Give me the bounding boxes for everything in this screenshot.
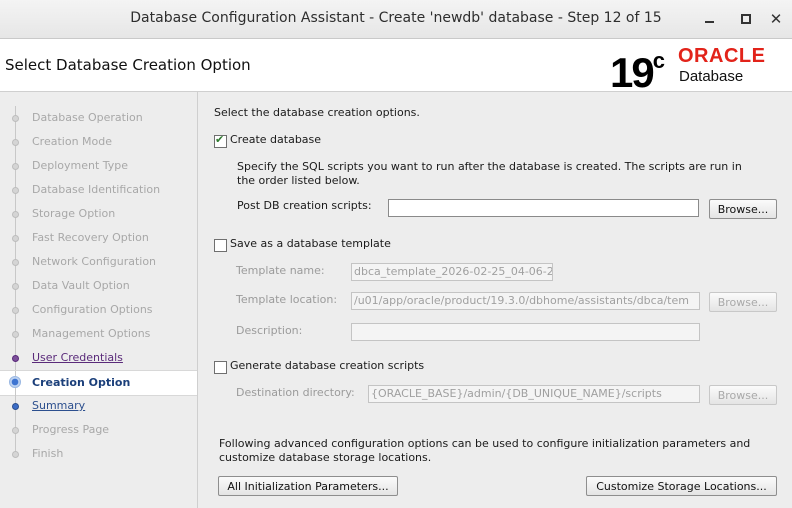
step-label: Database Operation xyxy=(32,111,143,124)
create-database-desc-line1: Specify the SQL scripts you want to run … xyxy=(237,160,742,173)
page-header: Select Database Creation Option 19c ORAC… xyxy=(0,39,792,96)
step-label: Data Vault Option xyxy=(32,279,130,292)
step-summary[interactable]: Summary xyxy=(0,394,197,418)
step-fast-recovery-option[interactable]: Fast Recovery Option xyxy=(0,226,197,250)
close-icon[interactable]: ✕ xyxy=(766,9,786,29)
intro-text: Select the database creation options. xyxy=(214,106,420,119)
maximize-icon[interactable] xyxy=(736,9,756,29)
step-label: Storage Option xyxy=(32,207,116,220)
create-database-label[interactable]: Create database xyxy=(230,133,321,146)
window-title: Database Configuration Assistant - Creat… xyxy=(130,10,662,26)
destination-browse-button[interactable]: Browse... xyxy=(709,385,777,405)
step-database-operation[interactable]: Database Operation xyxy=(0,106,197,130)
step-dot-icon xyxy=(12,211,19,218)
version-logo: 19c xyxy=(610,42,665,96)
step-storage-option[interactable]: Storage Option xyxy=(0,202,197,226)
logo-product: Database xyxy=(679,68,744,85)
template-description-input[interactable] xyxy=(351,323,700,341)
step-label: Configuration Options xyxy=(32,303,153,316)
step-label[interactable]: Summary xyxy=(32,399,85,412)
template-location-label: Template location: xyxy=(236,293,338,306)
customize-storage-locations-button[interactable]: Customize Storage Locations... xyxy=(586,476,777,496)
advanced-options-line1: Following advanced configuration options… xyxy=(219,437,751,450)
step-label: Network Configuration xyxy=(32,255,157,268)
save-template-label[interactable]: Save as a database template xyxy=(230,237,391,250)
oracle-logo: ORACLE xyxy=(678,45,766,67)
save-template-checkbox[interactable] xyxy=(214,239,227,252)
step-label: Progress Page xyxy=(32,423,110,436)
step-database-identification[interactable]: Database Identification xyxy=(0,178,197,202)
destination-directory-input[interactable]: {ORACLE_BASE}/admin/{DB_UNIQUE_NAME}/scr… xyxy=(368,385,700,403)
step-label: Creation Mode xyxy=(32,135,113,148)
step-dot-icon xyxy=(12,451,19,458)
step-dot-icon xyxy=(12,259,19,266)
step-label: Creation Option xyxy=(32,376,131,389)
step-label: Database Identification xyxy=(32,183,161,196)
post-scripts-input[interactable] xyxy=(388,199,699,217)
destination-directory-label: Destination directory: xyxy=(236,386,355,399)
step-configuration-options[interactable]: Configuration Options xyxy=(0,298,197,322)
generate-scripts-checkbox[interactable] xyxy=(214,361,227,374)
step-dot-icon xyxy=(12,283,19,290)
all-initialization-parameters-button[interactable]: All Initialization Parameters... xyxy=(218,476,398,496)
step-label[interactable]: User Credentials xyxy=(32,351,123,364)
step-dot-icon xyxy=(12,163,19,170)
create-database-checkbox[interactable] xyxy=(214,133,227,148)
minimize-icon[interactable] xyxy=(700,9,720,29)
current-step-icon xyxy=(9,376,21,388)
step-creation-mode[interactable]: Creation Mode xyxy=(0,130,197,154)
step-user-credentials[interactable]: User Credentials xyxy=(0,346,197,370)
template-description-label: Description: xyxy=(236,324,303,337)
step-dot-icon xyxy=(12,235,19,242)
step-dot-icon xyxy=(12,139,19,146)
step-dot-icon xyxy=(12,331,19,338)
window-titlebar[interactable]: Database Configuration Assistant - Creat… xyxy=(0,0,792,39)
main-panel: Select the database creation options. Cr… xyxy=(198,92,792,508)
step-data-vault-option[interactable]: Data Vault Option xyxy=(0,274,197,298)
step-management-options[interactable]: Management Options xyxy=(0,322,197,346)
step-dot-icon xyxy=(12,355,19,362)
page-title: Select Database Creation Option xyxy=(5,56,251,74)
template-location-input[interactable]: /u01/app/oracle/product/19.3.0/dbhome/as… xyxy=(351,292,700,310)
create-database-desc-line2: the order listed below. xyxy=(237,174,360,187)
template-name-input[interactable]: dbca_template_2026-02-25_04-06-2 xyxy=(351,263,553,281)
step-label: Fast Recovery Option xyxy=(32,231,149,244)
template-location-browse-button[interactable]: Browse... xyxy=(709,292,777,312)
step-dot-icon xyxy=(12,307,19,314)
step-network-configuration[interactable]: Network Configuration xyxy=(0,250,197,274)
step-dot-icon xyxy=(12,427,19,434)
steps-sidebar: Database Operation Creation Mode Deploym… xyxy=(0,92,198,508)
post-scripts-browse-button[interactable]: Browse... xyxy=(709,199,777,219)
step-deployment-type[interactable]: Deployment Type xyxy=(0,154,197,178)
step-dot-icon xyxy=(12,403,19,410)
logo-version-sup: c xyxy=(652,48,665,73)
step-dot-icon xyxy=(12,187,19,194)
post-scripts-label: Post DB creation scripts: xyxy=(237,199,372,212)
step-dot-icon xyxy=(12,115,19,122)
step-finish: Finish xyxy=(0,442,197,466)
step-creation-option[interactable]: Creation Option xyxy=(0,370,197,396)
template-name-label: Template name: xyxy=(236,264,325,277)
advanced-options-line2: customize database storage locations. xyxy=(219,451,432,464)
step-label: Management Options xyxy=(32,327,151,340)
step-progress-page: Progress Page xyxy=(0,418,197,442)
logo-version: 19 xyxy=(610,49,655,96)
step-label: Finish xyxy=(32,447,64,460)
generate-scripts-label[interactable]: Generate database creation scripts xyxy=(230,359,424,372)
step-label: Deployment Type xyxy=(32,159,129,172)
